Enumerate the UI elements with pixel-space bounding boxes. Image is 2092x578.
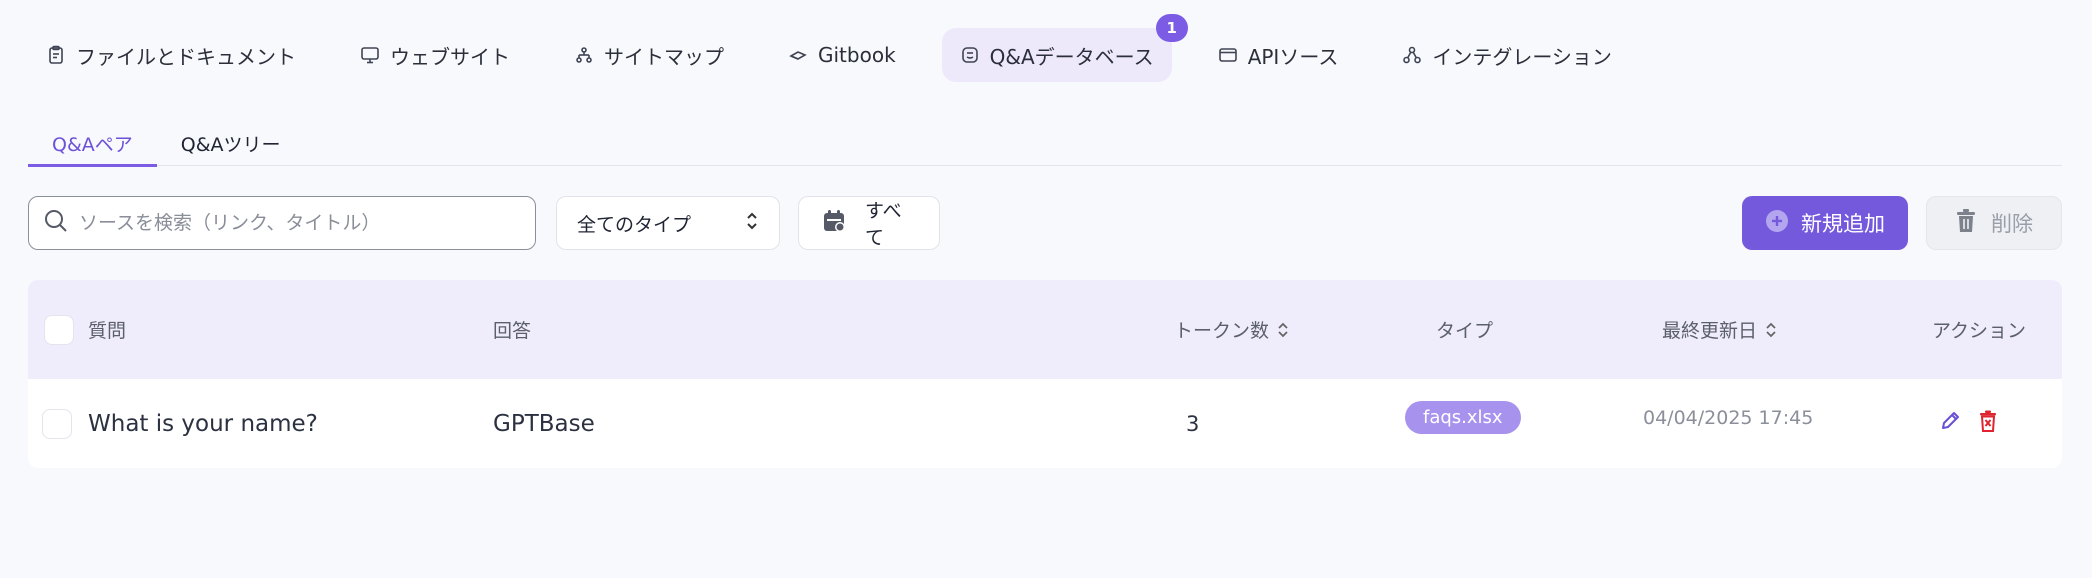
tab-label: Q&Aデータベース	[989, 44, 1154, 69]
row-checkbox[interactable]	[42, 408, 72, 439]
table-header: 質問 回答 トークン数 タイプ 最終更新日 アクション	[28, 280, 2062, 379]
sort-icon	[1765, 321, 1777, 339]
header-tokens-label: トークン数	[1174, 320, 1270, 342]
tokens-cell: 3	[1186, 411, 1200, 436]
tab-label: インテグレーション	[1432, 44, 1612, 69]
tab-label: APIソース	[1247, 44, 1339, 69]
notification-badge: 1	[1155, 14, 1188, 42]
header-tokens[interactable]: トークン数	[1174, 280, 1289, 379]
date-filter[interactable]: すべて	[798, 196, 940, 250]
qa-table: 質問 回答 トークン数 タイプ 最終更新日 アクション What is your…	[28, 280, 2062, 468]
search-icon	[43, 208, 69, 238]
table-row[interactable]: What is your name? GPTBase 3 faqs.xlsx 0…	[28, 379, 2062, 468]
tab-api-source[interactable]: APIソース	[1200, 28, 1357, 82]
row-select-cell	[42, 379, 72, 468]
tab-gitbook[interactable]: Gitbook	[770, 28, 914, 82]
header-updated[interactable]: 最終更新日	[1662, 280, 1777, 379]
chevron-up-down-icon	[745, 211, 759, 236]
tab-qa-pairs[interactable]: Q&Aペア	[28, 120, 157, 167]
updated-cell: 04/04/2025 17:45	[1643, 406, 1814, 429]
tab-label: サイトマップ	[604, 44, 724, 69]
type-select-value: 全てのタイプ	[577, 213, 692, 236]
tab-files-documents[interactable]: ファイルとドキュメント	[28, 28, 314, 82]
monitor-icon	[360, 45, 380, 65]
type-select[interactable]: 全てのタイプ	[556, 196, 780, 250]
header-actions: アクション	[1932, 320, 2027, 342]
tab-label: ウェブサイト	[390, 44, 510, 69]
tab-integration[interactable]: インテグレーション	[1384, 28, 1630, 82]
qa-icon	[960, 45, 980, 65]
edit-icon[interactable]	[1939, 409, 1961, 439]
date-filter-label: すべて	[865, 200, 902, 249]
select-all-cell	[44, 280, 74, 379]
window-icon	[1218, 45, 1238, 65]
header-question: 質問	[88, 320, 127, 342]
delete-button[interactable]: 削除	[1926, 196, 2062, 250]
gitbook-icon	[788, 45, 808, 65]
sort-icon	[1277, 321, 1289, 339]
delete-label: 削除	[1991, 212, 2033, 236]
add-new-button[interactable]: 新規追加	[1742, 196, 1908, 250]
search-field[interactable]	[28, 196, 536, 250]
delete-icon[interactable]	[1977, 409, 1999, 439]
answer-cell: GPTBase	[493, 410, 595, 437]
trash-icon	[1955, 208, 1977, 239]
tab-website[interactable]: ウェブサイト	[342, 28, 528, 82]
search-input[interactable]	[79, 212, 519, 234]
add-new-label: 新規追加	[1801, 212, 1885, 236]
question-cell: What is your name?	[88, 410, 318, 437]
sitemap-icon	[574, 45, 594, 65]
type-badge: faqs.xlsx	[1405, 401, 1521, 434]
document-icon	[46, 45, 66, 65]
tab-qa-database[interactable]: Q&Aデータベース 1	[941, 14, 1188, 82]
header-type: タイプ	[1436, 320, 1494, 342]
source-tabs: ファイルとドキュメント ウェブサイト サイトマップ Gitbook Q&Aデータ…	[28, 14, 1658, 82]
type-cell: faqs.xlsx	[1405, 373, 1521, 462]
plus-circle-icon	[1765, 209, 1789, 238]
calendar-icon	[821, 208, 847, 239]
tab-qa-tree[interactable]: Q&Aツリー	[157, 120, 305, 166]
tab-sitemap[interactable]: サイトマップ	[556, 28, 742, 82]
header-updated-label: 最終更新日	[1662, 320, 1758, 342]
tab-label: ファイルとドキュメント	[76, 44, 296, 69]
tab-label: Gitbook	[818, 43, 896, 67]
header-answer: 回答	[493, 320, 532, 342]
sub-tabs: Q&Aペア Q&Aツリー	[28, 120, 2062, 167]
select-all-checkbox[interactable]	[44, 314, 74, 345]
actions-cell	[1939, 379, 1999, 468]
integration-icon	[1402, 45, 1422, 65]
